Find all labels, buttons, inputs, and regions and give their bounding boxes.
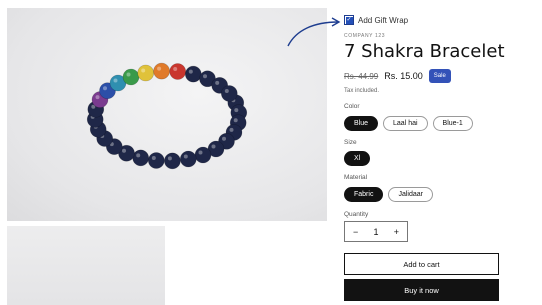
material-pill-fabric[interactable]: Fabric [344,187,384,202]
bead-highlight [224,89,229,93]
bead-highlight [141,68,146,73]
bracelet-bead [153,62,170,80]
bracelet-bead [194,146,212,164]
color-pill-blue-1[interactable]: Blue-1 [432,116,473,131]
tax-note: Tax included. [344,88,380,94]
bracelet-bead [221,85,238,102]
regular-price: Rs. 44.99 [344,71,379,81]
material-pill-jalidaar[interactable]: Jalidaar [388,187,433,202]
bead-highlight [211,144,216,149]
color-pill-laal-hai[interactable]: Laal hai [383,116,428,131]
quantity-increase-button[interactable]: + [394,227,399,237]
size-pill-xl[interactable]: Xl [344,151,371,166]
material-options: Fabric Jalidaar [344,187,433,202]
product-vendor: COMPANY 123 [344,33,386,39]
bead-highlight [215,80,220,85]
buy-now-button[interactable]: Buy it now [344,279,499,301]
bead-highlight [167,156,172,161]
sale-badge: Sale [428,69,451,83]
color-option-label: Color [344,103,360,110]
product-secondary-image[interactable] [7,226,165,305]
bead-highlight [234,108,239,113]
bead-highlight [229,127,234,132]
gift-wrap-checkbox[interactable]: ✓ [344,15,354,25]
bracelet-bead [148,152,165,169]
size-option-label: Size [344,139,357,146]
bead-highlight [183,154,188,159]
bracelet-image [86,62,248,170]
checkmark-icon: ✓ [345,16,353,24]
sale-price: Rs. 15.00 [384,71,423,81]
bracelet-bead [185,65,202,83]
product-main-image[interactable] [7,8,327,221]
bead-highlight [188,69,193,74]
product-title: 7 Shakra Bracelet [344,41,505,62]
bracelet-bead [132,149,149,167]
bead-highlight [198,150,203,155]
bead-highlight [203,74,207,79]
bead-highlight [113,78,118,83]
material-option-label: Material [344,174,368,181]
bead-highlight [122,148,126,153]
bracelet-bead [164,152,181,170]
add-to-cart-button[interactable]: Add to cart [344,253,499,275]
bracelet-bead [122,68,140,86]
bracelet-bead [169,63,186,80]
bead-highlight [222,136,226,141]
bead-highlight [173,67,178,71]
bead-highlight [151,156,156,160]
size-options: Xl [344,151,371,166]
color-options: Blue Laal hai Blue-1 [344,116,473,131]
bead-highlight [233,118,238,123]
bead-highlight [95,95,100,100]
bead-highlight [103,86,107,91]
bracelet-bead [180,150,197,168]
gift-wrap-label: Add Gift Wrap [358,15,409,25]
bead-highlight [136,153,141,158]
quantity-label: Quantity [344,211,369,218]
bead-highlight [126,72,131,77]
gift-wrap-option[interactable]: ✓ Add Gift Wrap [344,15,408,25]
quantity-decrease-button[interactable]: − [353,227,358,237]
bracelet-bead [137,64,154,82]
color-pill-blue[interactable]: Blue [344,116,379,131]
bead-highlight [157,66,162,71]
price-row: Rs. 44.99 Rs. 15.00 Sale [344,69,451,83]
pointer-arrow-icon [287,17,341,47]
quantity-stepper: − 1 + [344,221,408,242]
quantity-value[interactable]: 1 [373,227,378,237]
